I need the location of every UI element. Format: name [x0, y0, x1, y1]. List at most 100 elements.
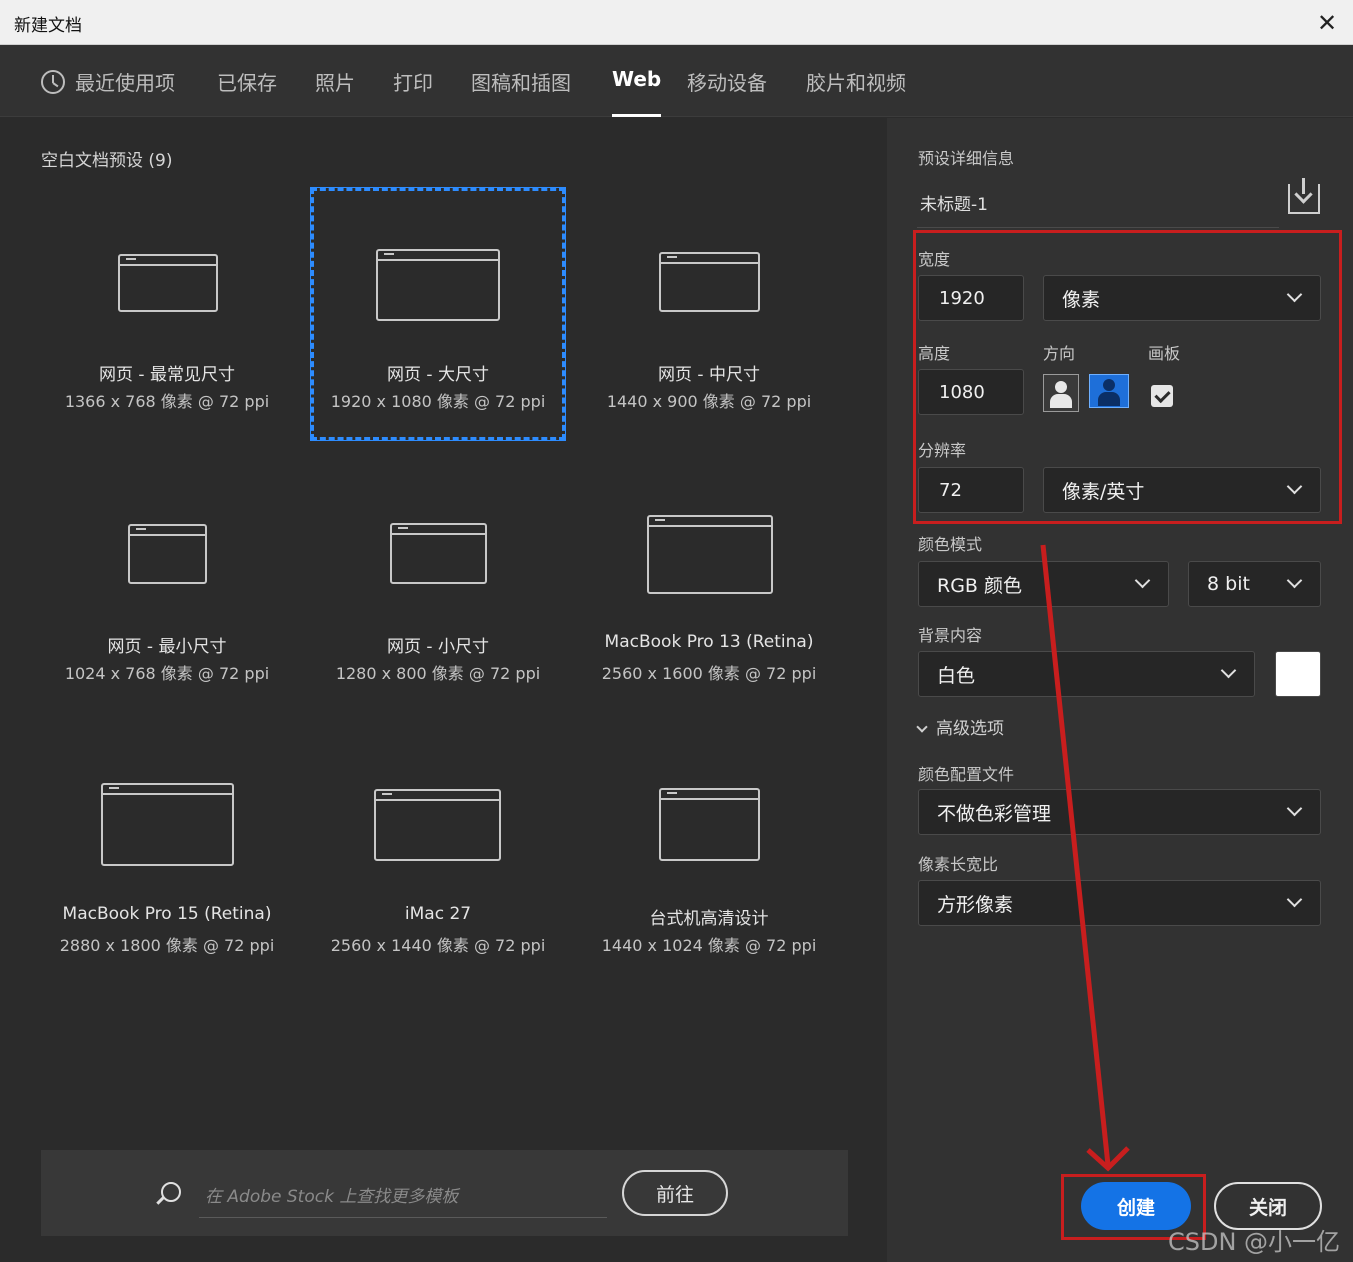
preset-name: 网页 - 最小尺寸: [107, 637, 227, 657]
tab-photo[interactable]: 照片: [315, 67, 355, 117]
preset-name: MacBook Pro 15 (Retina): [62, 904, 272, 924]
preset-size: 2560 x 1600 像素 @ 72 ppi: [601, 664, 817, 683]
chevron-down-icon: [1134, 572, 1151, 589]
color-mode-value: RGB 颜色: [937, 574, 1022, 597]
document-icon: [118, 254, 218, 312]
preset-size: 1024 x 768 像素 @ 72 ppi: [64, 664, 270, 683]
preset-name: 网页 - 大尺寸: [387, 365, 489, 385]
stock-search-input[interactable]: [199, 1176, 607, 1218]
height-label: 高度: [918, 344, 951, 363]
color-profile-dropdown[interactable]: 不做色彩管理: [918, 789, 1321, 835]
landscape-body-shape: [1098, 392, 1120, 406]
advanced-options-toggle[interactable]: 高级选项: [916, 714, 1004, 739]
preset-size: 2560 x 1440 像素 @ 72 ppi: [330, 936, 546, 955]
pixel-aspect-value: 方形像素: [937, 893, 1014, 916]
height-field[interactable]: 1080: [918, 369, 1024, 415]
document-icon: [376, 249, 500, 321]
pixel-aspect-dropdown[interactable]: 方形像素: [918, 880, 1321, 926]
tab-mobile[interactable]: 移动设备: [687, 67, 767, 117]
preset-item[interactable]: 网页 - 最常见尺寸 1366 x 768 像素 @ 72 ppi: [40, 188, 294, 440]
artboard-label: 画板: [1148, 344, 1181, 363]
stock-search-bar: 前往: [41, 1150, 848, 1236]
preset-name: 网页 - 小尺寸: [387, 637, 489, 657]
window-close-button[interactable]: ✕: [1301, 0, 1353, 45]
document-icon: [659, 252, 760, 312]
document-icon: [374, 789, 501, 861]
tab-film-video[interactable]: 胶片和视频: [806, 67, 906, 117]
preset-name: 网页 - 最常见尺寸: [99, 365, 235, 385]
chevron-down-icon: [1286, 800, 1303, 817]
background-value: 白色: [937, 664, 976, 687]
presets-panel: 空白文档预设 (9) 网页 - 最常见尺寸 1366 x 768 像素 @ 72…: [0, 118, 887, 1262]
document-icon: [659, 788, 760, 861]
watermark: CSDN @小一亿: [1168, 1228, 1341, 1256]
clock-icon: [41, 70, 65, 94]
search-icon: [161, 1182, 181, 1202]
width-unit-dropdown[interactable]: 像素: [1043, 275, 1321, 321]
bit-depth-dropdown[interactable]: 8 bit: [1188, 561, 1321, 607]
orientation-label: 方向: [1043, 344, 1076, 363]
preset-item[interactable]: iMac 27 2560 x 1440 像素 @ 72 ppi: [311, 732, 565, 984]
preset-name: iMac 27: [404, 904, 472, 924]
portrait-orientation-button[interactable]: [1043, 374, 1079, 412]
document-icon: [101, 783, 234, 866]
chevron-down-icon: [1286, 572, 1303, 589]
go-button[interactable]: 前往: [622, 1170, 728, 1216]
preset-item[interactable]: 网页 - 小尺寸 1280 x 800 像素 @ 72 ppi: [311, 460, 565, 712]
tab-recent[interactable]: 最近使用项: [41, 67, 175, 117]
resolution-unit-value: 像素/英寸: [1062, 480, 1145, 503]
document-name[interactable]: 未标题-1: [920, 190, 988, 215]
chevron-down-icon: [1286, 891, 1303, 908]
color-mode-label: 颜色模式: [918, 535, 983, 554]
preset-details-panel: 预设详细信息 未标题-1 宽度 1920 像素 高度 方向 画板 1080 分辨…: [887, 118, 1353, 1262]
chevron-down-icon: [1286, 478, 1303, 495]
advanced-options-label: 高级选项: [936, 719, 1004, 739]
tab-web[interactable]: Web: [612, 67, 662, 117]
background-color-swatch[interactable]: [1275, 651, 1321, 697]
preset-item[interactable]: 台式机高清设计 1440 x 1024 像素 @ 72 ppi: [582, 732, 836, 984]
resolution-field[interactable]: 72: [918, 467, 1024, 513]
preset-item[interactable]: MacBook Pro 15 (Retina) 2880 x 1800 像素 @…: [40, 732, 294, 984]
width-label: 宽度: [918, 250, 951, 269]
preset-item[interactable]: 网页 - 最小尺寸 1024 x 768 像素 @ 72 ppi: [40, 460, 294, 712]
chevron-down-icon: [1286, 286, 1303, 303]
resolution-label: 分辨率: [918, 441, 967, 460]
tab-recent-label: 最近使用项: [75, 71, 175, 95]
document-icon: [128, 524, 207, 584]
artboard-checkbox[interactable]: [1151, 385, 1173, 407]
preset-size: 1440 x 900 像素 @ 72 ppi: [606, 392, 812, 411]
resolution-unit-dropdown[interactable]: 像素/英寸: [1043, 467, 1321, 513]
preset-item-selected[interactable]: 网页 - 大尺寸 1920 x 1080 像素 @ 72 ppi: [310, 187, 566, 441]
tab-art-illustration[interactable]: 图稿和插图: [471, 67, 571, 117]
document-name-underline: [917, 227, 1279, 228]
preset-name: 网页 - 中尺寸: [658, 365, 760, 385]
chevron-down-icon: [916, 721, 928, 733]
tab-print[interactable]: 打印: [393, 67, 433, 117]
preset-item[interactable]: MacBook Pro 13 (Retina) 2560 x 1600 像素 @…: [582, 460, 836, 712]
tab-saved[interactable]: 已保存: [217, 67, 277, 117]
document-icon: [390, 523, 487, 584]
save-preset-icon[interactable]: [1288, 178, 1320, 214]
preset-name: 台式机高清设计: [649, 909, 769, 929]
preset-name: MacBook Pro 13 (Retina): [604, 632, 814, 652]
landscape-person-icon: [1103, 379, 1115, 391]
preset-size: 1280 x 800 像素 @ 72 ppi: [335, 664, 541, 683]
color-mode-dropdown[interactable]: RGB 颜色: [918, 561, 1169, 607]
width-field[interactable]: 1920: [918, 275, 1024, 321]
preset-size: 2880 x 1800 像素 @ 72 ppi: [59, 936, 275, 955]
background-label: 背景内容: [918, 626, 983, 645]
preset-size: 1366 x 768 像素 @ 72 ppi: [64, 392, 270, 411]
category-tabs: 最近使用项 已保存 照片 打印 图稿和插图 Web 移动设备 胶片和视频: [0, 45, 1353, 117]
pixel-aspect-label: 像素长宽比: [918, 855, 999, 874]
preset-item[interactable]: 网页 - 中尺寸 1440 x 900 像素 @ 72 ppi: [582, 188, 836, 440]
landscape-orientation-button[interactable]: [1089, 374, 1129, 408]
presets-title: 空白文档预设 (9): [41, 151, 173, 171]
preset-size: 1440 x 1024 像素 @ 72 ppi: [601, 936, 817, 955]
document-icon: [647, 515, 773, 594]
chevron-down-icon: [1220, 662, 1237, 679]
color-profile-value: 不做色彩管理: [937, 802, 1052, 825]
bit-depth-value: 8 bit: [1207, 573, 1250, 595]
portrait-person-icon: [1055, 381, 1067, 393]
preset-size: 1920 x 1080 像素 @ 72 ppi: [330, 392, 546, 411]
background-dropdown[interactable]: 白色: [918, 651, 1255, 697]
